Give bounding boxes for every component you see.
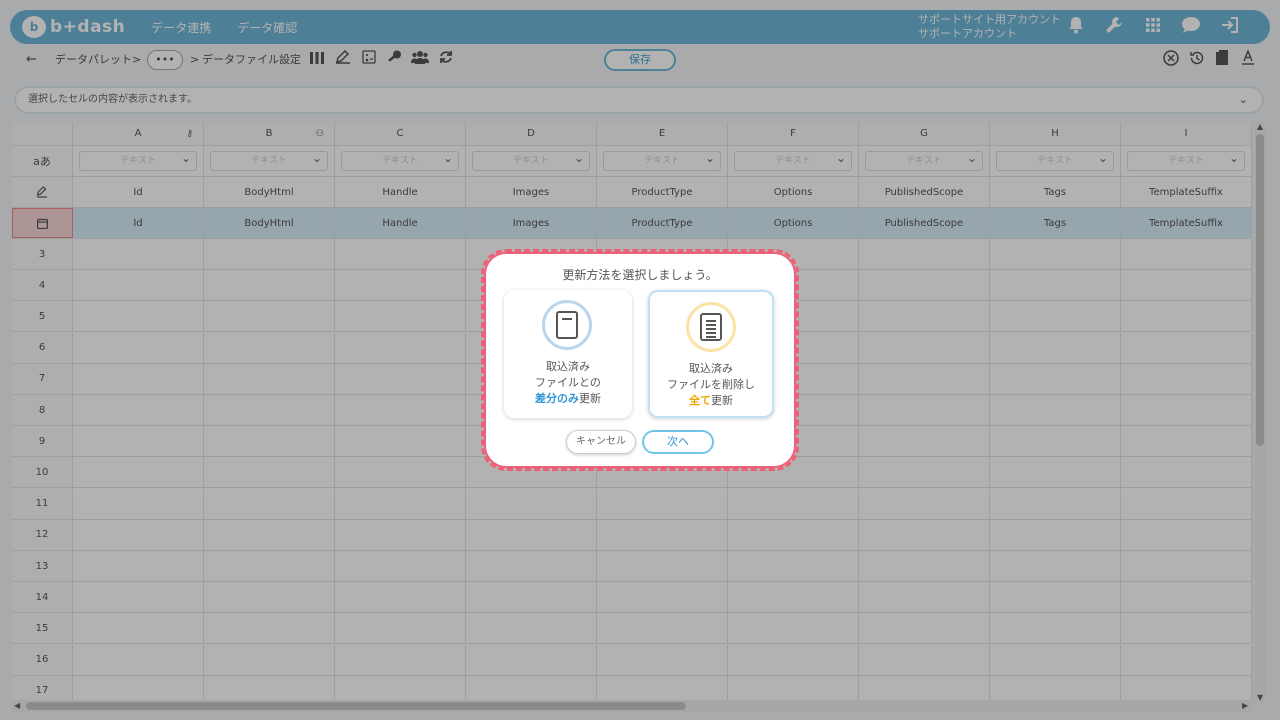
option-text-rest: 更新 bbox=[711, 394, 733, 407]
option-full-text: 取込済み ファイルを削除し 全て更新 bbox=[650, 361, 772, 409]
update-method-dialog: 更新方法を選択しましょう。 取込済み ファイルとの 差分のみ更新 取込済み ファ… bbox=[481, 249, 799, 471]
highlight-diff-only: 差分のみ bbox=[535, 392, 579, 405]
option-full-update[interactable]: 取込済み ファイルを削除し 全て更新 bbox=[648, 290, 774, 418]
option-text-line: 取込済み bbox=[546, 360, 590, 373]
option-text-rest: 更新 bbox=[579, 392, 601, 405]
option-text-line: 差分のみ更新 bbox=[504, 391, 632, 407]
option-text-line: ファイルを削除し bbox=[667, 378, 755, 391]
option-text-line: 取込済み bbox=[689, 362, 733, 375]
cancel-button[interactable]: キャンセル bbox=[566, 430, 636, 454]
document-icon bbox=[542, 300, 592, 350]
next-button[interactable]: 次へ bbox=[642, 430, 714, 454]
dialog-title: 更新方法を選択しましょう。 bbox=[562, 268, 718, 282]
option-text-line: ファイルとの bbox=[535, 376, 601, 389]
option-diff-text: 取込済み ファイルとの 差分のみ更新 bbox=[504, 359, 632, 407]
option-text-line: 全て更新 bbox=[650, 393, 772, 409]
highlight-all: 全て bbox=[689, 394, 711, 407]
option-diff-update[interactable]: 取込済み ファイルとの 差分のみ更新 bbox=[504, 290, 632, 418]
document-lines-icon bbox=[686, 302, 736, 352]
